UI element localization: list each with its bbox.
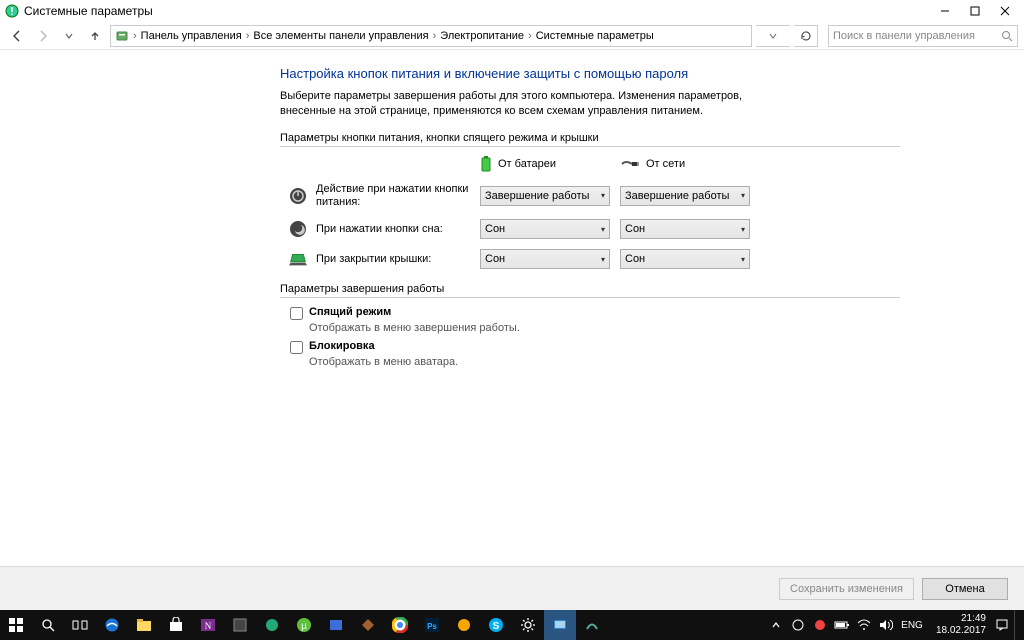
page-heading: Настройка кнопок питания и включение защ… [280,66,900,81]
nav-recent-button[interactable] [58,25,80,47]
check-row-lock: Блокировка [290,340,900,354]
search-input[interactable] [833,30,1013,42]
tray-battery-icon[interactable] [832,610,852,640]
content-area: Настройка кнопок питания и включение защ… [0,50,1024,566]
start-button[interactable] [0,610,32,640]
chevron-down-icon: ▾ [601,191,605,200]
breadcrumb[interactable]: › Панель управления › Все элементы панел… [110,25,752,47]
nav-up-button[interactable] [84,25,106,47]
check-sub-lock: Отображать в меню аватара. [290,356,900,368]
save-button[interactable]: Сохранить изменения [779,578,914,600]
cancel-button[interactable]: Отмена [922,578,1008,600]
taskbar-app-utorrent[interactable]: µ [288,610,320,640]
taskbar-app-control-panel[interactable] [544,610,576,640]
refresh-button[interactable] [794,25,818,47]
search-taskbar-button[interactable] [32,610,64,640]
dropdown-sleep-ac[interactable]: Сон ▾ [620,219,750,239]
taskbar-app-explorer[interactable] [128,610,160,640]
dropdown-lid-battery[interactable]: Сон ▾ [480,249,610,269]
search-icon [1001,30,1013,42]
sleep-button-icon [288,219,308,239]
page-description: Выберите параметры завершения работы для… [280,89,800,120]
dropdown-power-ac[interactable]: Завершение работы ▾ [620,186,750,206]
show-desktop-button[interactable] [1014,610,1020,640]
window-title: Системные параметры [24,4,153,18]
chevron-down-icon: ▾ [741,191,745,200]
nav-forward-button[interactable] [32,25,54,47]
chevron-right-icon: › [431,30,439,42]
chevron-down-icon: ▾ [601,225,605,234]
dropdown-lid-ac[interactable]: Сон ▾ [620,249,750,269]
taskbar-app-onenote[interactable]: N [192,610,224,640]
tray-clock[interactable]: 21:49 18.02.2017 [928,613,990,637]
chevron-down-icon: ▾ [601,255,605,264]
tray-wifi-icon[interactable] [854,610,874,640]
breadcrumb-root-icon [115,29,129,43]
task-view-button[interactable] [64,610,96,640]
taskbar-app-settings[interactable] [512,610,544,640]
navbar: › Панель управления › Все элементы панел… [0,22,1024,50]
chevron-right-icon: › [131,30,139,42]
crumb-1[interactable]: Все элементы панели управления [253,30,428,42]
svg-text:Ps: Ps [427,622,437,631]
battery-icon [480,155,492,173]
tray-action-center-icon[interactable] [992,610,1012,640]
tray-icon-1[interactable] [788,610,808,640]
svg-text:S: S [493,621,500,632]
taskbar-app-generic-4[interactable] [352,610,384,640]
check-row-sleep: Спящий режим [290,306,900,320]
row-lid-close: При закрытии крышки: [280,249,470,269]
svg-text:µ: µ [301,621,307,632]
tray-chevron-up-icon[interactable] [766,610,786,640]
row-sleep-button: При нажатии кнопки сна: [280,219,470,239]
taskbar-app-generic-3[interactable] [320,610,352,640]
tray-icon-2[interactable] [810,610,830,640]
taskbar-app-generic-5[interactable] [448,610,480,640]
breadcrumb-dropdown[interactable] [756,25,790,47]
taskbar-app-generic-6[interactable] [576,610,608,640]
group-title: Параметры завершения работы [280,283,900,298]
nav-back-button[interactable] [6,25,28,47]
chevron-down-icon: ▾ [741,255,745,264]
taskbar-app-photoshop[interactable]: Ps [416,610,448,640]
checkbox-lock[interactable] [290,341,303,354]
crumb-0[interactable]: Панель управления [141,30,242,42]
row-power-button: Действие при нажатии кнопки питания: [280,183,470,209]
close-button[interactable] [990,0,1020,22]
dropdown-power-battery[interactable]: Завершение работы ▾ [480,186,610,206]
chevron-right-icon: › [244,30,252,42]
column-header-battery: От батареи [480,155,610,173]
app-icon [4,3,20,19]
maximize-button[interactable] [960,0,990,22]
plug-icon [620,158,640,170]
minimize-button[interactable] [930,0,960,22]
taskbar-app-generic-1[interactable] [224,610,256,640]
checkbox-sleep[interactable] [290,307,303,320]
window-controls [930,0,1020,22]
chevron-down-icon: ▾ [741,225,745,234]
taskbar: N µ Ps S [0,610,1024,640]
group-power-buttons: Параметры кнопки питания, кнопки спящего… [280,132,900,269]
tray-lang[interactable]: ENG [898,610,926,640]
group-shutdown-options: Параметры завершения работы Спящий режим… [280,283,900,368]
footer: Сохранить изменения Отмена [0,566,1024,610]
group-title: Параметры кнопки питания, кнопки спящего… [280,132,900,147]
check-sub-sleep: Отображать в меню завершения работы. [290,322,900,334]
svg-text:N: N [205,621,212,631]
taskbar-app-chrome[interactable] [384,610,416,640]
column-header-ac: От сети [620,158,750,170]
window-titlebar: Системные параметры [0,0,1024,22]
taskbar-app-generic-2[interactable] [256,610,288,640]
crumb-3[interactable]: Системные параметры [536,30,654,42]
dropdown-sleep-battery[interactable]: Сон ▾ [480,219,610,239]
search-box[interactable] [828,25,1018,47]
crumb-2[interactable]: Электропитание [440,30,524,42]
taskbar-app-store[interactable] [160,610,192,640]
tray-volume-icon[interactable] [876,610,896,640]
chevron-right-icon: › [526,30,534,42]
power-button-icon [288,186,308,206]
taskbar-app-edge[interactable] [96,610,128,640]
taskbar-app-skype[interactable]: S [480,610,512,640]
laptop-lid-icon [288,249,308,269]
